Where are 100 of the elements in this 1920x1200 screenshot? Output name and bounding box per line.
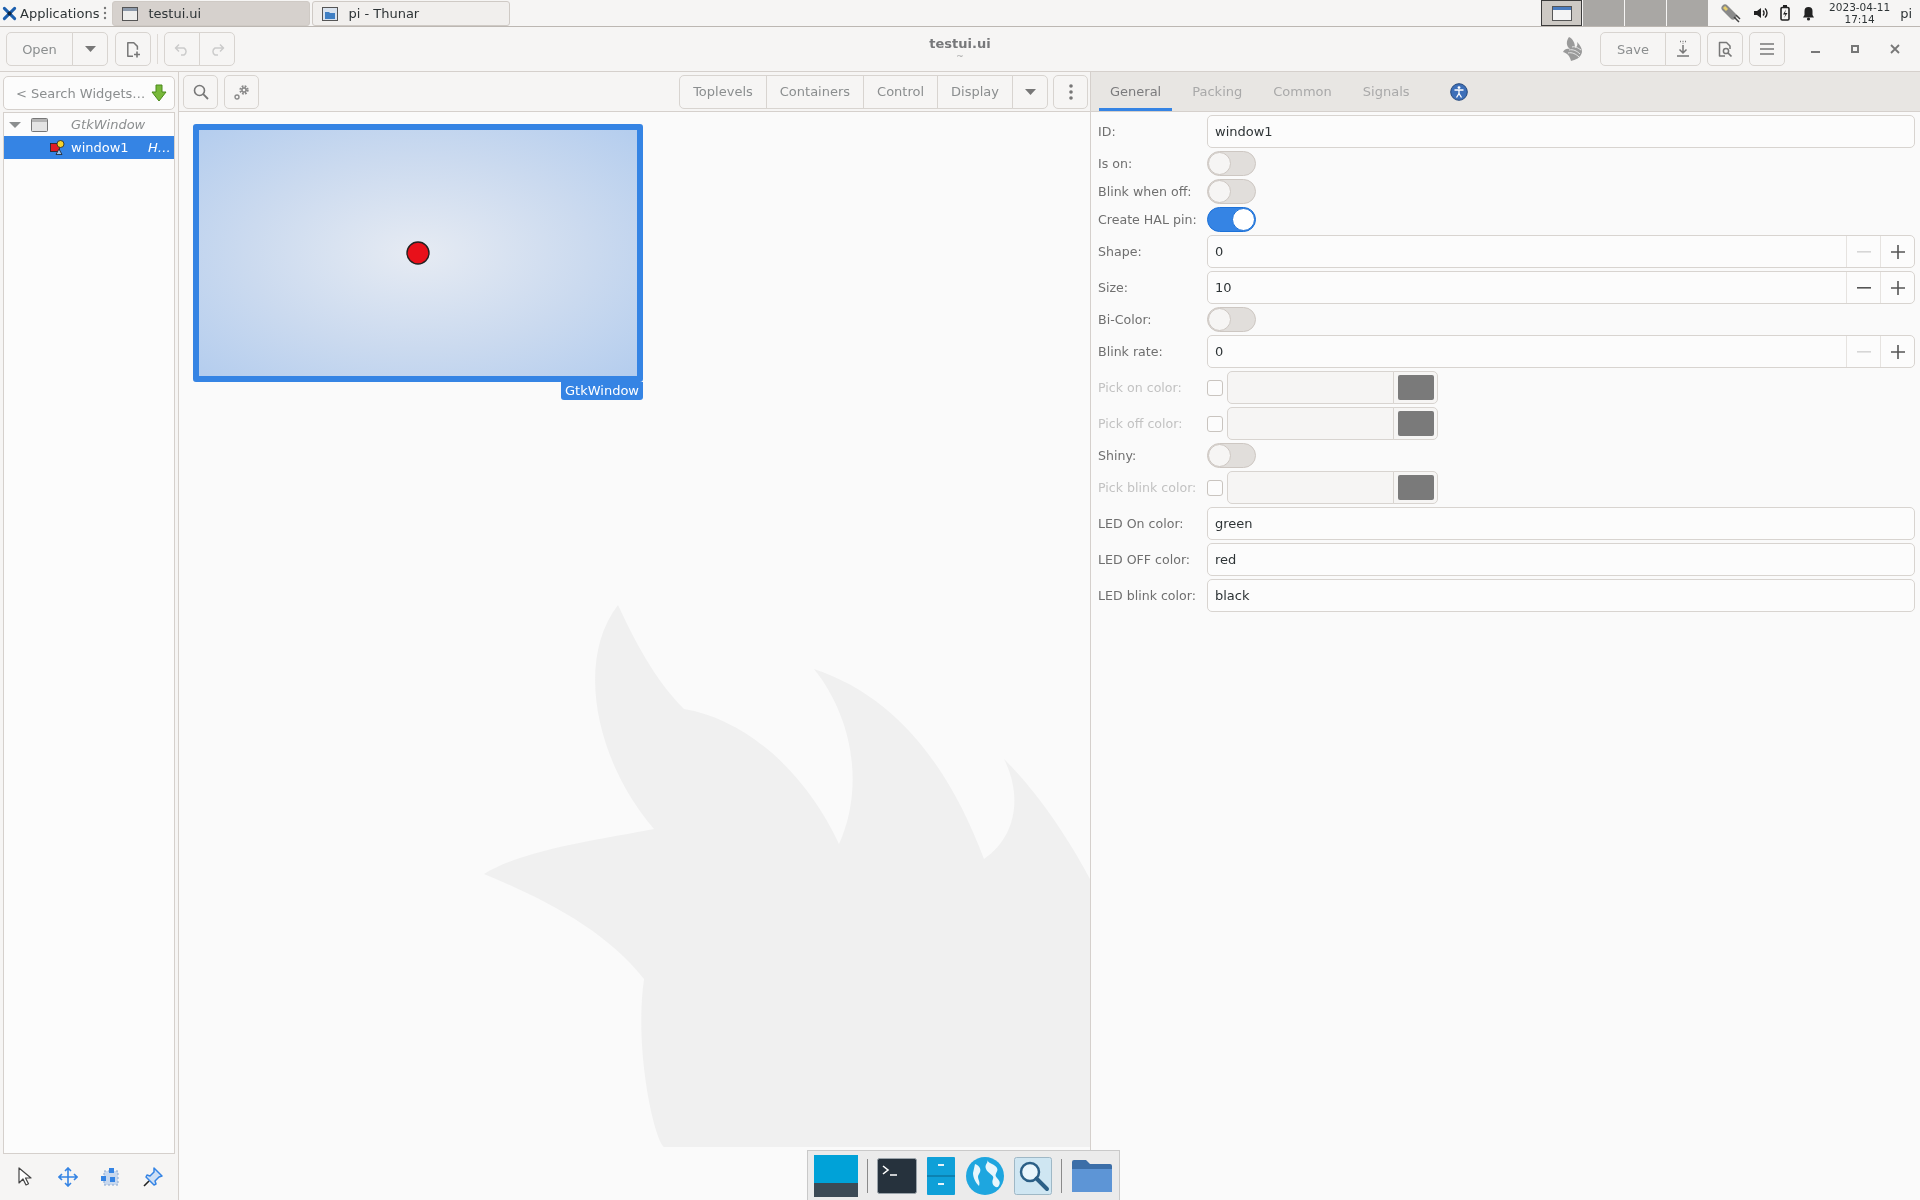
save-as-button[interactable]	[1665, 32, 1701, 66]
color-swatch-icon	[1397, 475, 1434, 500]
window-icon	[122, 6, 139, 21]
palette-category-button[interactable]: Control	[863, 74, 939, 109]
search-icon	[192, 83, 209, 100]
accessibility-icon	[1449, 82, 1468, 101]
user-name[interactable]: pi	[1900, 5, 1912, 21]
notebook-tab[interactable]: Packing	[1181, 72, 1254, 111]
color-field[interactable]	[1227, 371, 1394, 404]
undo-icon	[174, 42, 190, 56]
show-desktop-icon[interactable]	[814, 1154, 858, 1197]
save-button[interactable]: Save	[1600, 32, 1666, 66]
text-field[interactable]: red	[1207, 543, 1915, 576]
palette-category-button[interactable]: Toplevels	[679, 74, 767, 109]
color-field[interactable]	[1227, 471, 1394, 504]
widget-type: GtkWindow	[71, 117, 146, 132]
new-file-button[interactable]	[115, 32, 151, 66]
property-label: Blink rate:	[1098, 344, 1163, 359]
tree-row[interactable]: GtkWindow	[4, 113, 174, 136]
shapes-icon	[50, 140, 65, 155]
property-label: LED On color:	[1098, 516, 1184, 531]
property-label: Blink when off:	[1098, 184, 1192, 199]
number-field[interactable]: 0	[1208, 236, 1846, 267]
new-document-icon	[125, 40, 141, 58]
arrow-down-icon[interactable]	[151, 84, 167, 102]
toggle-switch[interactable]	[1207, 179, 1256, 204]
tree-row[interactable]: window1 H…	[4, 136, 174, 159]
preview-button[interactable]	[1707, 32, 1743, 66]
property-label: Pick blink color:	[1098, 480, 1197, 495]
workspace-button[interactable]	[1541, 0, 1583, 26]
palette-category-button[interactable]: Containers	[765, 74, 865, 109]
plus-icon	[1890, 344, 1905, 359]
toggle-switch[interactable]	[1207, 151, 1256, 176]
number-field[interactable]: 10	[1208, 272, 1846, 303]
color-swatch-icon	[1397, 375, 1434, 400]
applications-menu[interactable]: Applications	[0, 0, 102, 26]
window-subtitle: ~	[956, 52, 964, 61]
property-label: Shape:	[1098, 244, 1142, 259]
open-button[interactable]: Open	[6, 32, 73, 66]
color-field[interactable]	[1227, 407, 1394, 440]
notebook-tab[interactable]: Common	[1262, 72, 1343, 111]
magnifier-icon[interactable]	[1014, 1156, 1052, 1195]
more-categories-button[interactable]	[1012, 74, 1048, 109]
pin-icon	[142, 1167, 163, 1187]
color-swatch-icon	[1397, 411, 1434, 436]
taskbar-button[interactable]: pi - Thunar	[312, 1, 511, 26]
folder-icon[interactable]	[1071, 1157, 1113, 1194]
toggle-switch[interactable]	[1207, 307, 1256, 332]
clock-time: 17:14	[1844, 13, 1875, 25]
property-label: Is on:	[1098, 156, 1133, 171]
drag-handle-icon[interactable]	[103, 6, 108, 20]
search-button[interactable]	[183, 74, 218, 109]
text-field[interactable]: window1	[1207, 115, 1915, 148]
property-label: LED OFF color:	[1098, 552, 1191, 567]
speaker-icon[interactable]	[1753, 6, 1769, 20]
recent-files-button[interactable]	[72, 32, 108, 66]
minus-icon	[1856, 250, 1871, 253]
pointer-icon	[17, 1167, 34, 1187]
color-button[interactable]	[1393, 471, 1438, 504]
property-label: Bi-Color:	[1098, 312, 1152, 327]
maximize-icon	[1851, 45, 1859, 53]
menu-button[interactable]	[1749, 32, 1785, 66]
selection-label: GtkWindow	[561, 382, 643, 400]
redo-icon	[209, 42, 225, 56]
notebook-tab[interactable]: General	[1099, 72, 1173, 111]
plus-icon	[1890, 244, 1905, 259]
number-field[interactable]: 0	[1208, 336, 1846, 367]
window-title: testui.ui	[929, 37, 991, 50]
clock-date: 2023-04-11	[1829, 1, 1891, 13]
text-field[interactable]: green	[1207, 507, 1915, 540]
globe-icon[interactable]	[965, 1155, 1005, 1196]
gear-icon	[233, 83, 250, 100]
search-field[interactable]: < Search Widgets…	[3, 76, 175, 110]
network-icon[interactable]	[1721, 3, 1742, 23]
battery-icon[interactable]	[1780, 5, 1791, 21]
caret-icon	[1024, 88, 1036, 95]
file-cabinet-icon[interactable]	[926, 1155, 956, 1196]
color-button[interactable]	[1393, 371, 1438, 404]
widget-name: window1	[71, 140, 129, 155]
color-button[interactable]	[1393, 407, 1438, 440]
terminal-icon[interactable]	[877, 1157, 917, 1194]
more-options-button[interactable]	[1053, 74, 1088, 109]
notebook-tab[interactable]: Signals	[1351, 72, 1421, 111]
property-label: Pick on color:	[1098, 380, 1182, 395]
download-icon	[1675, 40, 1691, 58]
text-field[interactable]: black	[1207, 579, 1915, 612]
vertical-dots-icon	[1068, 83, 1073, 100]
toggle-switch[interactable]	[1207, 443, 1256, 468]
palette-category-button[interactable]: Display	[937, 74, 1013, 109]
property-label: Size:	[1098, 280, 1129, 295]
minus-icon	[1856, 350, 1871, 353]
bell-icon[interactable]	[1802, 5, 1816, 21]
toggle-switch[interactable]	[1207, 207, 1256, 232]
property-label: LED blink color:	[1098, 588, 1196, 603]
window-preview[interactable]	[193, 124, 643, 382]
property-label: Shiny:	[1098, 448, 1137, 463]
settings-button[interactable]	[224, 74, 259, 109]
taskbar-button[interactable]: testui.ui	[112, 1, 311, 26]
preview-icon	[1717, 40, 1733, 58]
window-icon	[31, 117, 48, 132]
